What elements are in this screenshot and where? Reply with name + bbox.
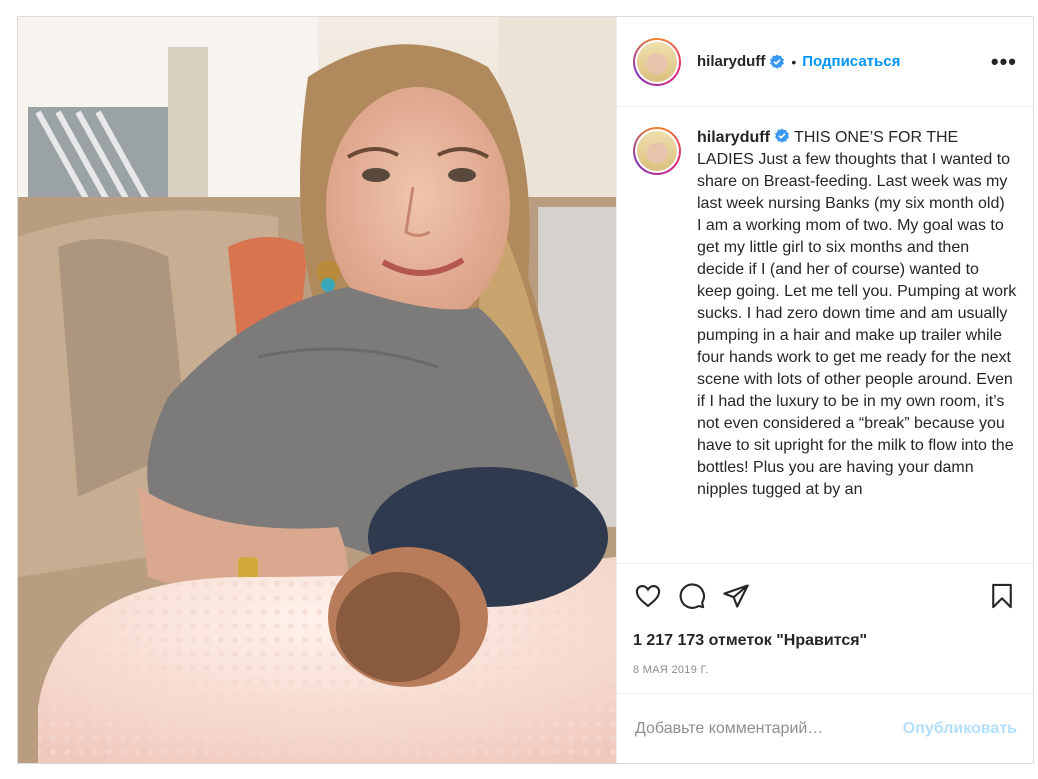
action-bar xyxy=(617,563,1033,627)
photo-illustration xyxy=(18,17,616,763)
caption-body: THIS ONE’S FOR THE LADIES Just a few tho… xyxy=(697,129,1017,498)
avatar-photo xyxy=(637,41,677,82)
bookmark-icon xyxy=(992,583,1012,608)
like-button[interactable] xyxy=(633,581,663,611)
instagram-post: hilaryduff • Подписаться ••• hilaryduff … xyxy=(17,16,1034,764)
verified-badge-icon xyxy=(774,128,789,143)
follow-button[interactable]: Подписаться xyxy=(802,53,900,70)
comment-input[interactable] xyxy=(633,718,903,739)
caption: hilaryduff THIS ONE’S FOR THE LADIES Jus… xyxy=(697,127,1017,563)
author-username[interactable]: hilaryduff xyxy=(697,53,765,70)
post-date[interactable]: 8 МАЯ 2019 Г. xyxy=(617,655,1033,693)
publish-button[interactable]: Опубликовать xyxy=(903,720,1017,738)
caption-username[interactable]: hilaryduff xyxy=(697,129,770,146)
header-separator: • xyxy=(791,53,797,70)
likes-count[interactable]: 1 217 173 отметок "Нравится" xyxy=(617,627,1033,655)
post-header: hilaryduff • Подписаться ••• xyxy=(617,17,1033,107)
heart-icon xyxy=(635,584,661,607)
add-comment-bar: Опубликовать xyxy=(617,693,1033,763)
header-user-info: hilaryduff • Подписаться xyxy=(697,53,900,70)
post-side-panel: hilaryduff • Подписаться ••• hilaryduff … xyxy=(616,17,1033,763)
caption-area: hilaryduff THIS ONE’S FOR THE LADIES Jus… xyxy=(617,107,1033,563)
more-options-icon[interactable]: ••• xyxy=(991,49,1017,75)
comment-button[interactable] xyxy=(677,581,707,611)
save-button[interactable] xyxy=(987,581,1017,611)
paper-plane-icon xyxy=(723,583,749,608)
share-button[interactable] xyxy=(721,581,751,611)
avatar-photo xyxy=(637,131,677,171)
author-avatar[interactable] xyxy=(633,37,681,86)
verified-badge-icon xyxy=(770,54,785,69)
caption-avatar[interactable] xyxy=(633,127,681,175)
post-photo[interactable] xyxy=(18,17,616,763)
comment-icon xyxy=(679,582,705,609)
